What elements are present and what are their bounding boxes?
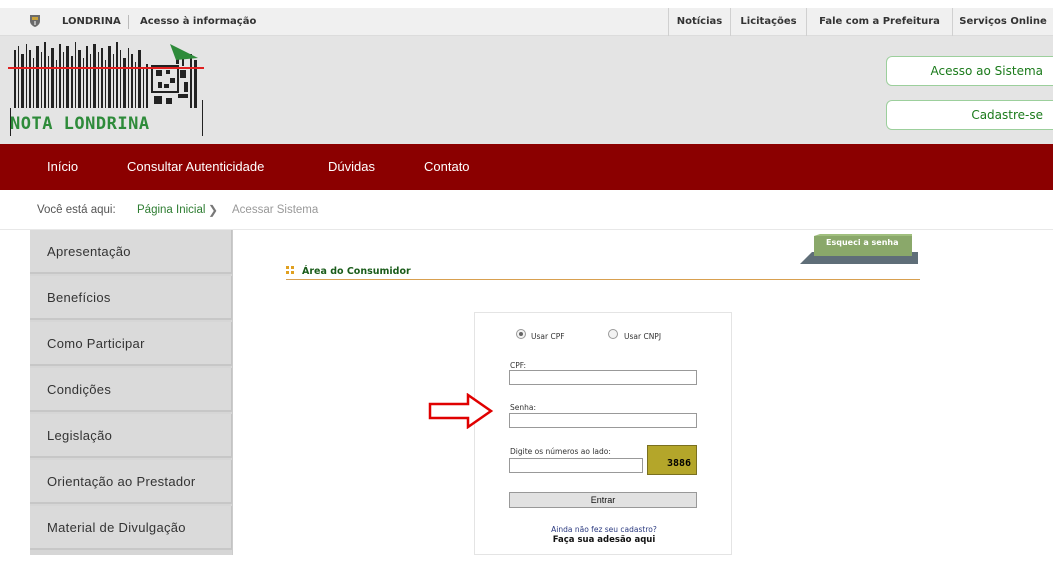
nav-duvidas[interactable]: Dúvidas: [328, 144, 375, 190]
no-account-text: Ainda não fez seu cadastro?: [551, 525, 657, 534]
main-nav: Início Consultar Autenticidade Dúvidas C…: [0, 144, 1053, 190]
breadcrumb-label: Você está aqui:: [37, 204, 116, 216]
acesso-sistema-button[interactable]: Acesso ao Sistema: [886, 56, 1053, 86]
top-link-londrina[interactable]: LONDRINA: [62, 8, 121, 36]
cpf-label: CPF:: [510, 361, 527, 370]
signup-link[interactable]: Faça sua adesão aqui: [475, 535, 733, 545]
cadastre-se-button[interactable]: Cadastre-se: [886, 100, 1053, 130]
nav-contato[interactable]: Contato: [424, 144, 470, 190]
nav-inicio[interactable]: Início: [47, 144, 78, 190]
sidebar-item-legislacao[interactable]: Legislação: [30, 414, 232, 458]
login-form: Usar CPF Usar CNPJ CPF: Senha: Digite os…: [474, 312, 732, 555]
top-link-acesso-informacao[interactable]: Acesso à informação: [140, 8, 256, 36]
radio-cpf-label: Usar CPF: [531, 332, 565, 341]
breadcrumb: Você está aqui: Página Inicial ❯ Acessar…: [0, 190, 1053, 230]
top-link-noticias[interactable]: Notícias: [668, 8, 730, 36]
sidebar: Apresentação Benefícios Como Participar …: [30, 230, 232, 555]
top-link-servicos-online[interactable]: Serviços Online: [952, 8, 1053, 36]
forgot-password-link[interactable]: Esqueci a senha: [826, 238, 899, 247]
top-bar: LONDRINA Acesso à informação Notícias Li…: [0, 8, 1053, 36]
top-separator: [128, 15, 129, 29]
section-title: Área do Consumidor: [302, 266, 411, 277]
senha-input[interactable]: [509, 413, 697, 428]
city-crest-icon: [30, 15, 40, 27]
sidebar-item-beneficios[interactable]: Benefícios: [30, 276, 232, 320]
entrar-button[interactable]: Entrar: [509, 492, 697, 508]
breadcrumb-home-link[interactable]: Página Inicial: [137, 190, 205, 230]
nav-consultar-autenticidade[interactable]: Consultar Autenticidade: [127, 144, 264, 190]
section-bullet-icon: [286, 266, 294, 274]
sidebar-item-condicoes[interactable]: Condições: [30, 368, 232, 412]
top-link-fale-prefeitura[interactable]: Fale com a Prefeitura: [806, 8, 952, 36]
sidebar-divider: [232, 230, 233, 555]
radio-cpf[interactable]: [516, 329, 526, 339]
captcha-value: 3886: [667, 458, 692, 469]
section-divider: [286, 279, 920, 280]
red-arrow-icon: [428, 393, 494, 429]
cpf-input[interactable]: [509, 370, 697, 385]
chevron-right-icon: ❯: [208, 203, 219, 217]
sidebar-item-apresentacao[interactable]: Apresentação: [30, 230, 232, 274]
site-header: NOTA LONDRINA Acesso ao Sistema Cadastre…: [0, 36, 1053, 144]
senha-label: Senha:: [510, 403, 537, 412]
sidebar-item-como-participar[interactable]: Como Participar: [30, 322, 232, 366]
sidebar-item-material-divulgacao[interactable]: Material de Divulgação: [30, 506, 232, 550]
captcha-label: Digite os números ao lado:: [510, 447, 611, 456]
captcha-input[interactable]: [509, 458, 643, 473]
sidebar-item-orientacao-prestador[interactable]: Orientação ao Prestador: [30, 460, 232, 504]
top-link-licitacoes[interactable]: Licitações: [730, 8, 806, 36]
breadcrumb-current: Acessar Sistema: [232, 204, 319, 216]
radio-cnpj[interactable]: [608, 329, 618, 339]
logo-text: NOTA LONDRINA: [10, 114, 150, 134]
radio-cnpj-label: Usar CNPJ: [624, 332, 662, 341]
